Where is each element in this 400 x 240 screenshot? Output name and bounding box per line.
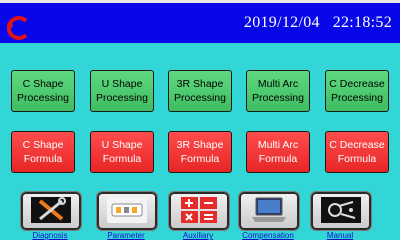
u-shape-processing-button[interactable]: U Shape Processing — [90, 70, 154, 112]
button-label-line2: Processing — [174, 92, 226, 104]
button-label-line1: Multi Arc — [257, 78, 299, 90]
c-decrease-processing-button[interactable]: C Decrease Processing — [325, 70, 389, 112]
3r-shape-formula-button[interactable]: 3R Shape Formula — [168, 131, 232, 173]
logo-icon — [6, 16, 28, 40]
button-label-line2: Processing — [17, 92, 69, 104]
button-label-line1: C Decrease — [329, 139, 385, 151]
multi-arc-formula-button[interactable]: Multi Arc Formula — [246, 131, 310, 173]
u-shape-formula-button[interactable]: U Shape Formula — [90, 131, 154, 173]
laptop-icon — [252, 197, 286, 222]
tools-icon — [31, 197, 71, 223]
button-label-line1: U Shape — [101, 139, 143, 151]
parameter-icon — [107, 197, 147, 223]
c-shape-formula-button[interactable]: C Shape Formula — [11, 131, 75, 173]
button-label-line1: Multi Arc — [257, 139, 299, 151]
button-label-line1: C Decrease — [329, 78, 385, 90]
button-label-line2: Formula — [102, 153, 142, 165]
parameter-label: Parameter — [107, 231, 145, 240]
auxiliary-label: Auxiliary — [182, 231, 214, 240]
bottom-toolbar: Diagnosis Parameter Auxiliary Compensati… — [0, 190, 400, 240]
button-label-line1: 3R Shape — [176, 139, 224, 151]
button-label-line1: U Shape — [101, 78, 143, 90]
calculator-icon — [181, 197, 217, 223]
button-label-line2: Processing — [96, 92, 148, 104]
time-text: 22:18:52 — [332, 14, 392, 31]
manual-label: Manual — [326, 231, 354, 240]
button-label-line1: C Shape — [22, 78, 64, 90]
button-label-line2: Formula — [258, 153, 298, 165]
header-bar: 2019/12/04 22:18:52 — [0, 3, 400, 43]
compensation-button[interactable] — [238, 191, 300, 231]
button-label-line2: Processing — [331, 92, 383, 104]
button-label-line2: Formula — [337, 153, 377, 165]
c-decrease-formula-button[interactable]: C Decrease Formula — [325, 131, 389, 173]
manual-button[interactable] — [310, 191, 372, 231]
3r-shape-processing-button[interactable]: 3R Shape Processing — [168, 70, 232, 112]
multi-arc-processing-button[interactable]: Multi Arc Processing — [246, 70, 310, 112]
button-label-line2: Formula — [180, 153, 220, 165]
button-label-line1: 3R Shape — [176, 78, 224, 90]
diagnosis-label: Diagnosis — [32, 231, 68, 240]
datetime-display: 2019/12/04 22:18:52 — [244, 14, 392, 32]
date-text: 2019/12/04 — [243, 14, 320, 31]
parameter-button[interactable] — [96, 191, 158, 231]
compensation-label: Compensation — [242, 231, 294, 240]
diagnosis-button[interactable] — [20, 191, 82, 231]
c-shape-processing-button[interactable]: C Shape Processing — [11, 70, 75, 112]
manual-icon — [321, 197, 361, 223]
button-label-line1: C Shape — [22, 139, 64, 151]
button-label-line2: Processing — [252, 92, 304, 104]
auxiliary-button[interactable] — [168, 191, 230, 231]
button-label-line2: Formula — [23, 153, 63, 165]
